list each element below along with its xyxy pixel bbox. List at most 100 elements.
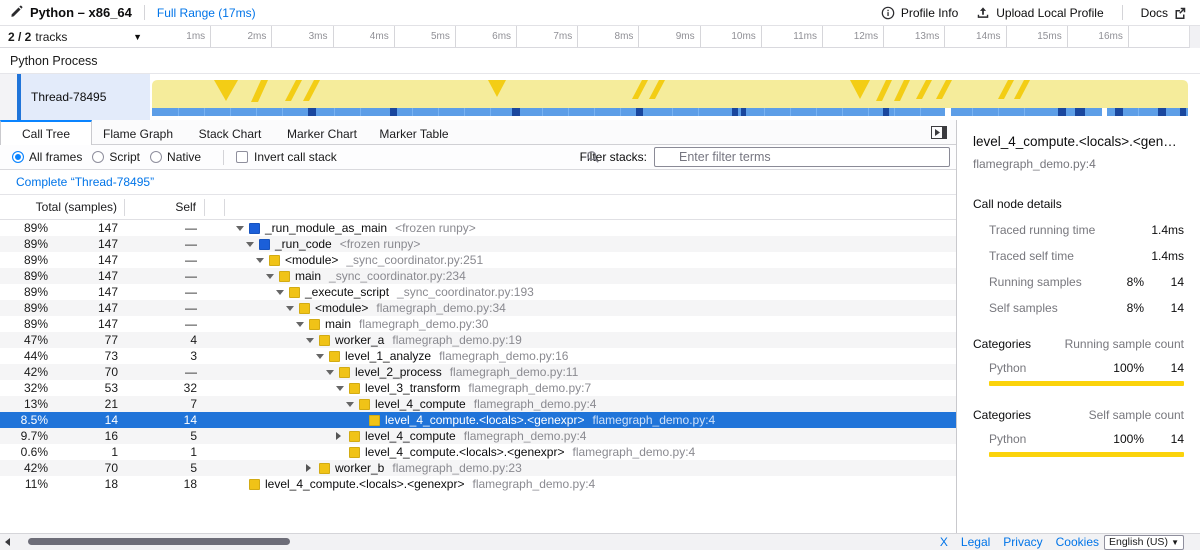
self-samples: 18 <box>125 477 205 491</box>
total-samples: 16 <box>50 429 125 443</box>
thread-track-label[interactable]: Thread-78495 <box>21 74 150 120</box>
function-name: <module> <box>285 253 338 267</box>
filter-stacks: Filter stacks: <box>580 147 956 167</box>
tab-call-tree[interactable]: Call Tree <box>0 120 92 146</box>
language-select[interactable]: English (US) ▼ <box>1104 535 1184 550</box>
ruler-tick: 8ms <box>578 26 639 47</box>
total-samples: 53 <box>50 381 125 395</box>
category-row: Python 100% 14 <box>973 432 1184 446</box>
tab-marker-chart[interactable]: Marker Chart <box>276 120 368 145</box>
collapse-icon[interactable] <box>276 290 289 295</box>
tree-row[interactable]: 89%147—mainflamegraph_demo.py:30 <box>0 316 956 332</box>
ruler-tick: 3ms <box>272 26 333 47</box>
footer-link-cookies[interactable]: Cookies <box>1056 535 1099 549</box>
tree-row[interactable]: 9.7%165level_4_computeflamegraph_demo.py… <box>0 428 956 444</box>
expand-icon[interactable] <box>336 432 349 440</box>
sidebar-toggle-button[interactable] <box>931 126 947 139</box>
self-samples: 32 <box>125 381 205 395</box>
tree-row[interactable]: 89%147—main_sync_coordinator.py:234 <box>0 268 956 284</box>
footer-link-x[interactable]: X <box>940 535 948 549</box>
expand-icon[interactable] <box>306 464 319 472</box>
total-samples: 18 <box>50 477 125 491</box>
sidebar-function-name: level_4_compute.<locals>.<genexpr> <box>973 134 1184 149</box>
category-square-icon <box>339 367 350 378</box>
tracks-dropdown[interactable]: 2 / 2 tracks ▼ <box>0 26 150 48</box>
tree-cell: level_2_processflamegraph_demo.py:11 <box>225 365 956 379</box>
docs-link[interactable]: Docs <box>1141 6 1186 20</box>
process-track-header[interactable]: Python Process <box>0 48 1200 74</box>
activity-graph[interactable] <box>150 74 1190 120</box>
ruler-tick: 13ms <box>884 26 945 47</box>
call-tree-header: Total (samples) Self <box>0 195 956 220</box>
function-name: worker_a <box>335 333 384 347</box>
ruler-tick: 9ms <box>639 26 700 47</box>
collapse-icon[interactable] <box>336 386 349 391</box>
tree-row[interactable]: 89%147—<module>flamegraph_demo.py:34 <box>0 300 956 316</box>
total-samples: 14 <box>50 413 125 427</box>
category-square-icon <box>349 383 360 394</box>
tree-row[interactable]: 89%147—_run_module_as_main<frozen runpy> <box>0 220 956 236</box>
breadcrumb-complete-thread[interactable]: Complete “Thread-78495” <box>16 175 154 189</box>
source-location: flamegraph_demo.py:4 <box>592 413 715 427</box>
edit-pencil-icon[interactable] <box>10 5 23 21</box>
source-location: flamegraph_demo.py:7 <box>468 381 591 395</box>
tree-row[interactable]: 89%147—_execute_script_sync_coordinator.… <box>0 284 956 300</box>
upload-profile-button[interactable]: Upload Local Profile <box>976 6 1103 20</box>
total-percent: 11% <box>0 477 50 491</box>
tree-row[interactable]: 44%733level_1_analyzeflamegraph_demo.py:… <box>0 348 956 364</box>
total-samples: 77 <box>50 333 125 347</box>
collapse-icon[interactable] <box>326 370 339 375</box>
timeline-ruler: 1ms2ms3ms4ms5ms6ms7ms8ms9ms10ms11ms12ms1… <box>150 26 1190 48</box>
invert-call-stack-checkbox[interactable]: Invert call stack <box>236 150 337 164</box>
tab-flame-graph[interactable]: Flame Graph <box>92 120 184 145</box>
collapse-icon[interactable] <box>346 402 359 407</box>
radio-script[interactable]: Script <box>92 150 140 164</box>
self-samples: 5 <box>125 461 205 475</box>
column-header-total[interactable]: Total (samples) <box>0 199 125 216</box>
radio-all-frames[interactable]: All frames <box>12 150 82 164</box>
radio-native[interactable]: Native <box>150 150 201 164</box>
tree-row[interactable]: 89%147—<module>_sync_coordinator.py:251 <box>0 252 956 268</box>
tab-marker-table[interactable]: Marker Table <box>368 120 460 145</box>
category-square-icon <box>289 287 300 298</box>
tree-row[interactable]: 8.5%1414level_4_compute.<locals>.<genexp… <box>0 412 956 428</box>
collapse-icon[interactable] <box>266 274 279 279</box>
collapse-icon[interactable] <box>286 306 299 311</box>
tree-row[interactable]: 42%705worker_bflamegraph_demo.py:23 <box>0 460 956 476</box>
column-header-self[interactable]: Self <box>125 199 205 216</box>
category-square-icon <box>269 255 280 266</box>
total-percent: 44% <box>0 349 50 363</box>
tree-row[interactable]: 11%1818level_4_compute.<locals>.<genexpr… <box>0 476 956 492</box>
horizontal-scrollbar-thumb[interactable] <box>28 538 290 545</box>
category-square-icon <box>279 271 290 282</box>
tree-row[interactable]: 0.6%11level_4_compute.<locals>.<genexpr>… <box>0 444 956 460</box>
footer-link-legal[interactable]: Legal <box>961 535 990 549</box>
collapse-icon[interactable] <box>316 354 329 359</box>
tab-stack-chart[interactable]: Stack Chart <box>184 120 276 145</box>
collapse-icon[interactable] <box>246 242 259 247</box>
source-location: _sync_coordinator.py:234 <box>329 269 466 283</box>
profile-info-button[interactable]: Profile Info <box>881 6 958 20</box>
profile-title[interactable]: Python – x86_64 <box>30 5 132 20</box>
filter-input[interactable] <box>654 147 950 167</box>
total-samples: 147 <box>50 253 125 267</box>
collapse-icon[interactable] <box>236 226 249 231</box>
category-square-icon <box>319 335 330 346</box>
full-range-link[interactable]: Full Range (17ms) <box>157 6 256 20</box>
collapse-icon[interactable] <box>296 322 309 327</box>
tree-row[interactable]: 89%147—_run_code<frozen runpy> <box>0 236 956 252</box>
tree-row[interactable]: 42%70—level_2_processflamegraph_demo.py:… <box>0 364 956 380</box>
self-samples: 4 <box>125 333 205 347</box>
collapse-icon[interactable] <box>256 258 269 263</box>
function-name: <module> <box>315 301 368 315</box>
tree-cell: level_1_analyzeflamegraph_demo.py:16 <box>225 349 956 363</box>
tree-row[interactable]: 32%5332level_3_transformflamegraph_demo.… <box>0 380 956 396</box>
tree-row[interactable]: 47%774worker_aflamegraph_demo.py:19 <box>0 332 956 348</box>
category-row: Python 100% 14 <box>973 361 1184 375</box>
footer-link-privacy[interactable]: Privacy <box>1003 535 1042 549</box>
ruler-tick: 6ms <box>456 26 517 47</box>
scroll-left-arrow-icon[interactable] <box>5 538 10 546</box>
collapse-icon[interactable] <box>306 338 319 343</box>
tree-row[interactable]: 13%217level_4_computeflamegraph_demo.py:… <box>0 396 956 412</box>
divider <box>1122 5 1123 20</box>
